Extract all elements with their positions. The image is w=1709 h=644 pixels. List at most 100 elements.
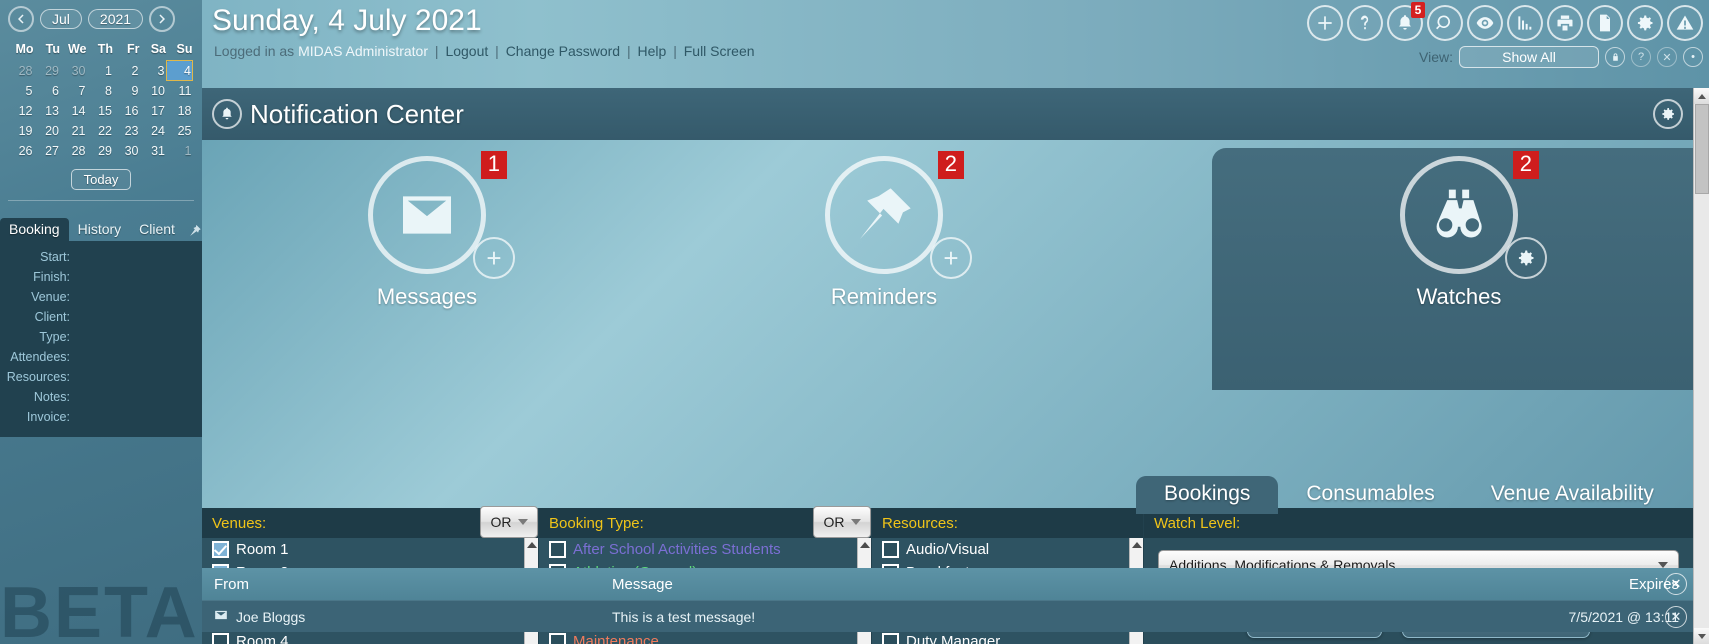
calendar-day[interactable]: 6: [34, 81, 61, 102]
tile-reminders[interactable]: 2 + Reminders: [719, 151, 1049, 310]
scroll-up-icon[interactable]: [526, 542, 537, 548]
tab-history[interactable]: History: [69, 218, 131, 241]
calendar-day[interactable]: 1: [166, 141, 193, 161]
scroll-down-icon[interactable]: [1694, 628, 1709, 644]
calendar-day[interactable]: 25: [166, 121, 193, 141]
gear-icon[interactable]: [1627, 5, 1663, 41]
calendar-day[interactable]: 7: [60, 81, 87, 102]
scroll-up-icon[interactable]: [859, 542, 870, 548]
search-icon[interactable]: [1427, 5, 1463, 41]
checkbox[interactable]: [549, 541, 566, 558]
booking-type-item[interactable]: After School Activities Students: [539, 538, 871, 561]
calendar-grid[interactable]: Mo Tu We Th Fr Sa Su 28 29 30 1 2 3 4 5 6 7 8 9 10 11 12 13 14…: [7, 40, 193, 161]
tile-watches[interactable]: 2 Watches: [1212, 148, 1693, 390]
subtab-venue-availability[interactable]: Venue Availability: [1463, 476, 1682, 514]
calendar-day[interactable]: 20: [34, 121, 61, 141]
column-from: From: [214, 575, 249, 593]
calendar-day[interactable]: 27: [34, 141, 61, 161]
prev-month-button[interactable]: [8, 6, 34, 32]
change-password-link[interactable]: Change Password: [506, 43, 620, 59]
venues-operator-select[interactable]: OR: [480, 506, 538, 538]
scroll-up-icon[interactable]: [1694, 88, 1709, 104]
messages-ring[interactable]: 1 +: [368, 151, 515, 279]
subtab-consumables[interactable]: Consumables: [1278, 476, 1462, 514]
page-scrollbar[interactable]: [1693, 88, 1709, 644]
calendar-day[interactable]: 21: [60, 121, 87, 141]
calendar-day[interactable]: 2: [113, 61, 140, 81]
reminders-ring[interactable]: 2 +: [825, 151, 972, 279]
checkbox[interactable]: [212, 541, 229, 558]
calendar-day[interactable]: 10: [140, 81, 167, 102]
delete-message-icon[interactable]: ✕: [1665, 605, 1687, 628]
help-icon-small[interactable]: ?: [1631, 47, 1651, 67]
calendar-day[interactable]: 8: [87, 81, 114, 102]
watch-settings-button[interactable]: [1505, 237, 1547, 279]
calendar-day[interactable]: 18: [166, 101, 193, 121]
close-messages-panel-icon[interactable]: ✕: [1665, 573, 1687, 595]
notification-settings-gear-icon[interactable]: [1653, 99, 1683, 129]
calendar-day[interactable]: 28: [60, 141, 87, 161]
warning-icon[interactable]: [1667, 5, 1703, 41]
calendar-day[interactable]: 31: [140, 141, 167, 161]
tile-messages[interactable]: 1 + Messages: [262, 151, 592, 310]
calendar-day[interactable]: 22: [87, 121, 114, 141]
calendar-day[interactable]: 16: [113, 101, 140, 121]
watches-ring[interactable]: 2: [1400, 151, 1547, 279]
table-row[interactable]: Joe Bloggs This is a test message! 7/5/2…: [202, 600, 1693, 632]
scroll-thumb[interactable]: [1695, 104, 1709, 194]
resource-item[interactable]: Audio/Visual: [872, 538, 1143, 561]
add-icon[interactable]: [1307, 5, 1343, 41]
calendar-day[interactable]: 29: [34, 61, 61, 81]
eye-icon[interactable]: [1467, 5, 1503, 41]
calendar-day[interactable]: 23: [113, 121, 140, 141]
add-reminder-button[interactable]: +: [930, 237, 972, 279]
calendar-day[interactable]: 13: [34, 101, 61, 121]
help-icon[interactable]: [1347, 5, 1383, 41]
venue-item[interactable]: Room 1: [202, 538, 538, 561]
calendar-day[interactable]: 19: [7, 121, 34, 141]
calendar-day[interactable]: 30: [113, 141, 140, 161]
minimize-icon[interactable]: •: [1683, 47, 1703, 67]
sep-3: |: [626, 43, 631, 59]
tab-client[interactable]: Client: [130, 218, 184, 241]
scroll-up-icon[interactable]: [1131, 542, 1142, 548]
year-selector[interactable]: 2021: [87, 9, 144, 29]
calendar-day[interactable]: 12: [7, 101, 34, 121]
pin-icon[interactable]: [188, 224, 202, 241]
checkbox[interactable]: [882, 541, 899, 558]
calendar-day[interactable]: 29: [87, 141, 114, 161]
add-message-button[interactable]: +: [473, 237, 515, 279]
today-button[interactable]: Today: [70, 169, 132, 190]
print-icon[interactable]: [1547, 5, 1583, 41]
help-link[interactable]: Help: [638, 43, 667, 59]
tab-booking[interactable]: Booking: [0, 218, 69, 241]
calendar-day[interactable]: 4: [165, 60, 193, 81]
calendar-day[interactable]: 9: [113, 81, 140, 102]
month-selector[interactable]: Jul: [40, 9, 82, 29]
calendar-day[interactable]: 11: [166, 81, 193, 102]
calendar-day[interactable]: 1: [87, 61, 114, 81]
calendar-day[interactable]: 26: [7, 141, 34, 161]
calendar-day[interactable]: 14: [60, 101, 87, 121]
booking-type-operator-select[interactable]: OR: [813, 506, 871, 538]
subtab-bookings[interactable]: Bookings: [1136, 476, 1279, 514]
document-icon[interactable]: [1587, 5, 1623, 41]
lock-icon[interactable]: [1605, 47, 1625, 67]
logout-link[interactable]: Logout: [445, 43, 488, 59]
calendar-day[interactable]: 3: [140, 61, 167, 81]
calendar-day[interactable]: 5: [7, 81, 34, 102]
calendar-day[interactable]: 15: [87, 101, 114, 121]
notification-center-header: Notification Center: [202, 88, 1693, 140]
calendar-day[interactable]: 30: [60, 61, 87, 81]
calendar-day[interactable]: 28: [7, 61, 34, 81]
calendar-day[interactable]: 17: [140, 101, 167, 121]
calendar-day[interactable]: 24: [140, 121, 167, 141]
current-user: MIDAS Administrator: [298, 43, 429, 59]
view-selector[interactable]: Show All: [1459, 46, 1599, 68]
full-screen-link[interactable]: Full Screen: [684, 43, 755, 59]
sep-4: |: [673, 43, 677, 59]
bell-icon[interactable]: 5: [1387, 2, 1425, 41]
statistics-icon[interactable]: [1507, 5, 1543, 41]
next-month-button[interactable]: [149, 6, 176, 32]
close-icon[interactable]: ✕: [1657, 47, 1677, 67]
